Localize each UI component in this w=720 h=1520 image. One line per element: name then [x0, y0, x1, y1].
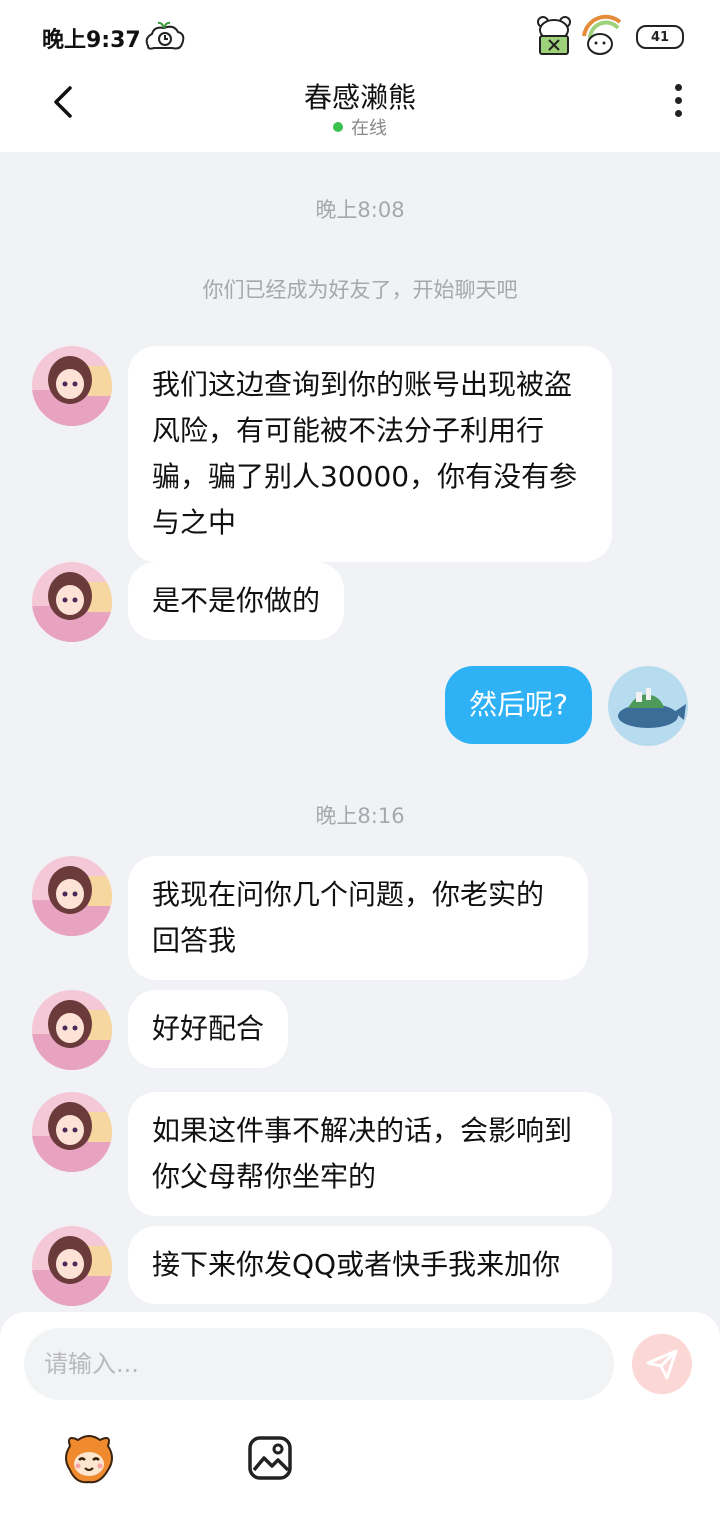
send-icon [646, 1349, 678, 1380]
more-vertical-icon [674, 84, 682, 91]
anime-girl-avatar-icon [32, 562, 112, 642]
battery-indicator: 41 [636, 25, 684, 49]
message-bubble[interactable]: 接下来你发QQ或者快手我来加你 [128, 1226, 612, 1304]
emoji-button[interactable] [60, 1430, 118, 1488]
message-bubble[interactable]: 我们这边查询到你的账号出现被盗风险，有可能被不法分子利用行骗，骗了别人30000… [128, 346, 612, 562]
timestamp: 晚上8:08 [315, 198, 405, 222]
message-bubble[interactable]: 我现在问你几个问题，你老实的回答我 [128, 856, 588, 980]
status-bar: 晚上9:37 41 [0, 0, 720, 70]
contact-avatar[interactable] [32, 1092, 112, 1172]
chat-header: 春感濑熊 在线 [0, 70, 720, 152]
online-status-label: 在线 [351, 118, 387, 139]
image-button[interactable] [246, 1434, 294, 1482]
my-message-bubble[interactable]: 然后呢? [445, 666, 592, 744]
clock-sprout-icon [142, 20, 188, 56]
whale-avatar-icon [608, 666, 688, 746]
contact-name: 春感濑熊 [303, 81, 416, 114]
anime-girl-avatar-icon [32, 990, 112, 1070]
anime-girl-avatar-icon [32, 346, 112, 426]
contact-avatar[interactable] [32, 856, 112, 936]
message-bubble[interactable]: 如果这件事不解决的话，会影响到你父母帮你坐牢的 [128, 1092, 612, 1216]
message-bubble[interactable]: 是不是你做的 [128, 562, 345, 640]
bear-wifi-icon [580, 14, 624, 60]
online-status: 在线 [0, 114, 720, 140]
contact-avatar[interactable] [32, 562, 112, 642]
status-time: 晚上9:37 [42, 28, 141, 53]
chat-area[interactable]: 晚上8:08 你们已经成为好友了，开始聊天吧 我们这边查询到你的账号出现被盗风险… [0, 152, 720, 1312]
contact-avatar[interactable] [32, 990, 112, 1070]
input-bar [0, 1312, 720, 1520]
contact-avatar[interactable] [32, 1226, 112, 1306]
emoji-icon [65, 1435, 113, 1484]
more-dot [674, 97, 682, 104]
more-options-button[interactable] [670, 84, 686, 120]
timestamp: 晚上8:16 [315, 804, 405, 828]
system-message: 你们已经成为好友了，开始聊天吧 [202, 278, 518, 302]
online-dot-icon [333, 122, 343, 132]
anime-girl-avatar-icon [32, 856, 112, 936]
anime-girl-avatar-icon [32, 1092, 112, 1172]
contact-avatar[interactable] [32, 346, 112, 426]
image-icon [248, 1436, 292, 1480]
status-icons: 41 [534, 14, 684, 60]
message-input[interactable] [24, 1328, 614, 1400]
more-dot [674, 110, 682, 117]
bear-sim-icon [534, 14, 574, 60]
my-avatar[interactable] [608, 666, 688, 746]
send-button[interactable] [632, 1334, 692, 1394]
message-bubble[interactable]: 好好配合 [128, 990, 289, 1068]
anime-girl-avatar-icon [32, 1226, 112, 1306]
